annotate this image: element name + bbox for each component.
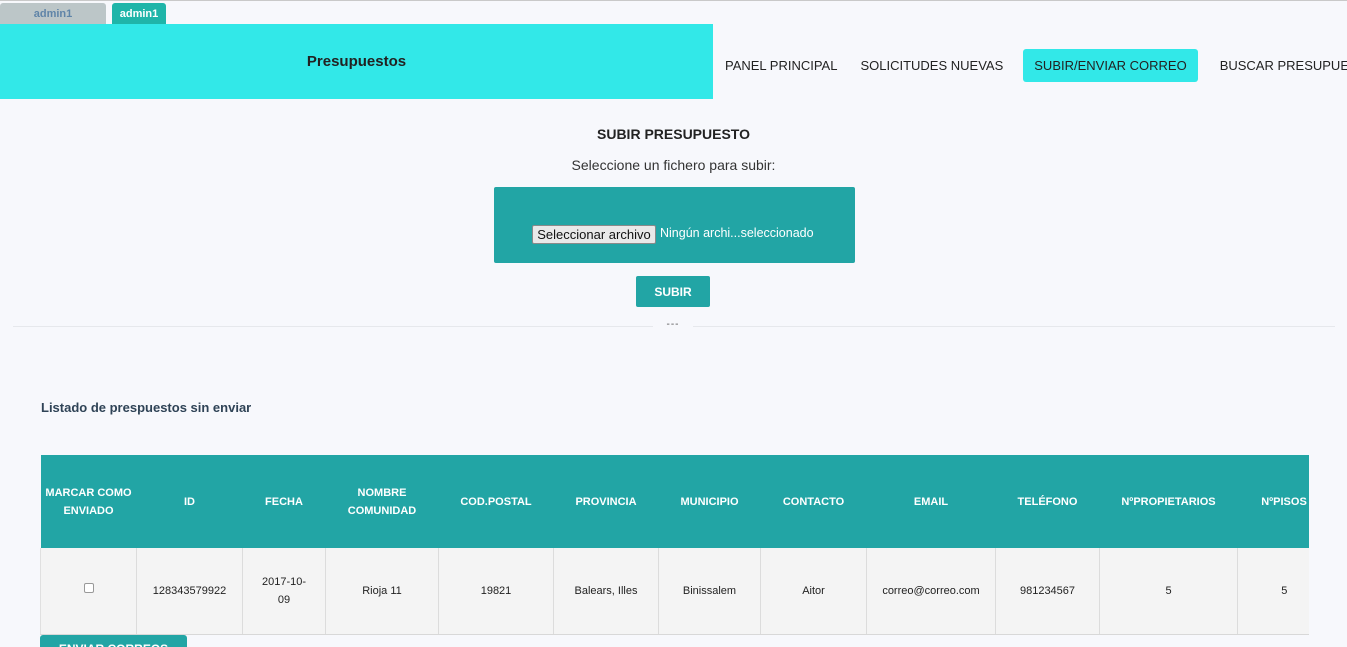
cell-id: 128343579922 — [136, 548, 243, 635]
select-file-button[interactable]: Seleccionar archivo — [532, 225, 656, 244]
col-header-contacto: CONTACTO — [760, 455, 867, 548]
budgets-table: MARCAR COMO ENVIADO ID FECHA NOMBRE COMU… — [40, 455, 1309, 635]
budgets-table-container[interactable]: MARCAR COMO ENVIADO ID FECHA NOMBRE COMU… — [40, 455, 1309, 635]
cell-propietarios: 5 — [1099, 548, 1238, 635]
cell-cod-postal: 19821 — [438, 548, 554, 635]
cell-contacto: Aitor — [760, 548, 867, 635]
nav-solicitudes-nuevas[interactable]: SOLICITUDES NUEVAS — [849, 49, 1014, 82]
cell-email: correo@correo.com — [866, 548, 996, 635]
col-header-provincia: PROVINCIA — [553, 455, 659, 548]
col-header-telefono: TELÉFONO — [995, 455, 1100, 548]
col-header-fecha: FECHA — [242, 455, 326, 548]
cell-telefono: 981234567 — [995, 548, 1100, 635]
file-status-text: Ningún archi...seleccionado — [660, 226, 814, 240]
table-header-row: MARCAR COMO ENVIADO ID FECHA NOMBRE COMU… — [40, 455, 1309, 548]
user-tab-admin1-inactive[interactable]: admin1 — [0, 3, 106, 24]
list-title: Listado de prespuestos sin enviar — [41, 400, 252, 415]
user-tab-admin1-active[interactable]: admin1 — [112, 3, 166, 24]
col-header-email: EMAIL — [866, 455, 996, 548]
col-header-nombre-comunidad: NOMBRE COMUNIDAD — [325, 455, 439, 548]
col-header-propietarios: NºPROPIETARIOS — [1099, 455, 1238, 548]
upload-submit-button[interactable]: SUBIR — [636, 276, 710, 307]
cell-fecha: 2017-10-09 — [242, 548, 326, 635]
col-header-id: ID — [136, 455, 243, 548]
cell-provincia: Balears, Illes — [553, 548, 659, 635]
nav-buscar-presupuesto[interactable]: BUSCAR PRESUPUESTO — [1209, 49, 1347, 82]
cell-pisos: 5 — [1237, 548, 1309, 635]
header-banner: Presupuestos — [0, 24, 713, 99]
mark-sent-checkbox[interactable] — [83, 583, 94, 594]
nav-subir-enviar-correo[interactable]: SUBIR/ENVIAR CORREO — [1023, 49, 1198, 82]
cell-municipio: Binissalem — [658, 548, 761, 635]
app-title: Presupuestos — [306, 53, 407, 70]
col-header-pisos: NºPISOS — [1237, 455, 1309, 548]
divider-mark: --- — [653, 319, 693, 330]
cell-nombre-comunidad: Rioja 11 — [325, 548, 439, 635]
file-upload-panel: Seleccionar archivo Ningún archi...selec… — [494, 187, 855, 263]
table-row: 128343579922 2017-10-09 Rioja 11 19821 B… — [40, 548, 1309, 635]
upload-instruction: Seleccione un fichero para subir: — [571, 157, 776, 173]
nav-panel-principal[interactable]: PANEL PRINCIPAL — [714, 49, 848, 82]
upload-heading: SUBIR PRESUPUESTO — [597, 126, 750, 142]
main-nav: PANEL PRINCIPAL SOLICITUDES NUEVAS SUBIR… — [713, 49, 1347, 82]
col-header-marcar: MARCAR COMO ENVIADO — [40, 455, 137, 548]
cell-marcar — [40, 548, 137, 635]
col-header-municipio: MUNICIPIO — [658, 455, 761, 548]
col-header-cod-postal: COD.POSTAL — [438, 455, 554, 548]
send-emails-button[interactable]: ENVIAR CORREOS — [40, 635, 187, 647]
